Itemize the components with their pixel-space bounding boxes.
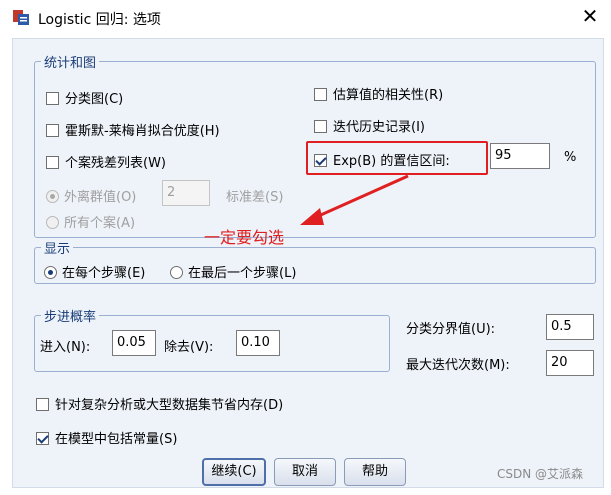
removal-probability-input[interactable]: 0.10 — [236, 330, 280, 356]
radio-dot[interactable] — [170, 266, 183, 279]
spss-app-icon — [13, 10, 29, 25]
ci-percent-unit: % — [564, 150, 577, 165]
correlations-checkbox[interactable]: 估算值的相关性(R) — [314, 84, 443, 103]
hosmer-lemeshow-label: 霍斯默-莱梅肖拟合优度(H) — [65, 124, 220, 139]
cancel-button[interactable]: 取消 — [274, 458, 336, 486]
classification-cutoff-label: 分类分界值(U): — [406, 322, 496, 337]
last-step-radio[interactable]: 在最后一个步骤(L) — [170, 262, 296, 281]
checkbox-checked-icon[interactable] — [36, 432, 49, 445]
classification-cutoff-input[interactable]: 0.5 — [546, 314, 594, 340]
outliers-label: 外离群值(O) — [64, 190, 137, 205]
radio-dot[interactable] — [46, 190, 59, 203]
conserve-memory-checkbox[interactable]: 针对复杂分析或大型数据集节省内存(D) — [36, 394, 283, 413]
stepwise-legend: 步进概率 — [44, 310, 97, 325]
annotation-arrow-icon — [300, 174, 409, 225]
conserve-memory-label: 针对复杂分析或大型数据集节省内存(D) — [55, 398, 284, 413]
outliers-stddev-input[interactable]: 2 — [162, 180, 210, 206]
entry-label: 进入(N): — [40, 340, 91, 355]
ci-percent-input[interactable]: 95 — [490, 143, 550, 169]
classification-plots-checkbox[interactable]: 分类图(C) — [46, 88, 123, 107]
include-constant-checkbox[interactable]: 在模型中包括常量(S) — [36, 428, 177, 447]
stats-plots-legend: 统计和图 — [44, 56, 97, 71]
title-bar: Logistic 回归: 选项 ✕ — [0, 0, 611, 34]
each-step-radio[interactable]: 在每个步骤(E) — [44, 262, 145, 281]
all-cases-radio[interactable]: 所有个案(A) — [46, 212, 135, 231]
checkbox-box[interactable] — [314, 120, 327, 133]
all-cases-label: 所有个案(A) — [64, 216, 136, 231]
checkbox-box[interactable] — [314, 88, 327, 101]
window-title: Logistic 回归: 选项 — [38, 12, 161, 28]
continue-button[interactable]: 继续(C) — [202, 458, 266, 486]
casewise-listing-label: 个案残差列表(W) — [65, 156, 166, 171]
iteration-history-label: 迭代历史记录(I) — [333, 120, 425, 135]
close-icon[interactable]: ✕ — [578, 4, 602, 28]
checkbox-box[interactable] — [46, 156, 59, 169]
help-button[interactable]: 帮助 — [344, 458, 406, 486]
correlations-label: 估算值的相关性(R) — [333, 88, 444, 103]
removal-label: 除去(V): — [164, 340, 214, 355]
entry-probability-input[interactable]: 0.05 — [112, 330, 156, 356]
hosmer-lemeshow-checkbox[interactable]: 霍斯默-莱梅肖拟合优度(H) — [46, 120, 220, 139]
outliers-radio[interactable]: 外离群值(O) — [46, 186, 136, 205]
display-legend: 显示 — [44, 242, 71, 257]
std-dev-label: 标准差(S) — [226, 190, 284, 205]
max-iterations-input[interactable]: 20 — [546, 350, 594, 376]
last-step-label: 在最后一个步骤(L) — [188, 266, 297, 281]
each-step-label: 在每个步骤(E) — [62, 266, 146, 281]
include-constant-label: 在模型中包括常量(S) — [55, 432, 178, 447]
casewise-listing-checkbox[interactable]: 个案残差列表(W) — [46, 152, 166, 171]
max-iterations-label: 最大迭代次数(M): — [406, 358, 510, 373]
iteration-history-checkbox[interactable]: 迭代历史记录(I) — [314, 116, 425, 135]
checkbox-box[interactable] — [46, 124, 59, 137]
checkbox-box[interactable] — [36, 398, 49, 411]
watermark: CSDN @艾派森 — [497, 467, 584, 481]
radio-dot[interactable] — [46, 216, 59, 229]
checkbox-box[interactable] — [46, 92, 59, 105]
radio-dot[interactable] — [44, 266, 57, 279]
classification-plots-label: 分类图(C) — [65, 92, 124, 107]
